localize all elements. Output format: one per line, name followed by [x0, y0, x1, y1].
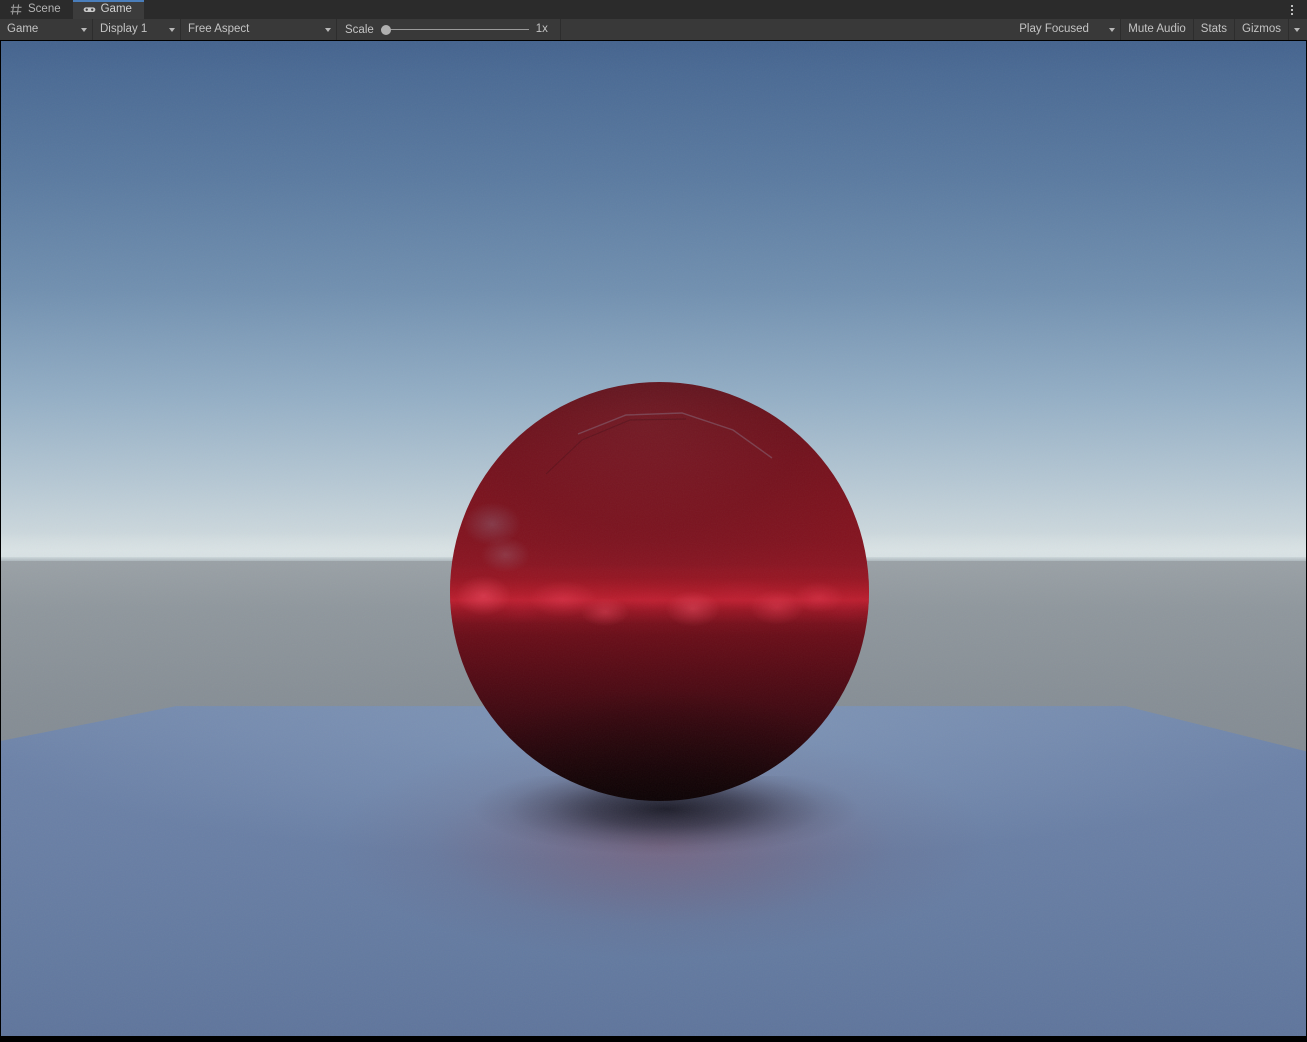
chevron-down-icon: [169, 27, 175, 32]
play-focus-label: Play Focused: [1019, 23, 1089, 35]
chevron-down-icon: [325, 27, 331, 32]
gizmos-button[interactable]: Gizmos: [1235, 19, 1289, 40]
sphere-equator-highlight: [450, 565, 869, 635]
scale-label: Scale: [345, 23, 374, 36]
view-type-label: Game: [7, 23, 39, 35]
view-type-dropdown[interactable]: Game: [0, 19, 93, 40]
red-sphere: [450, 382, 869, 801]
unity-game-view-window: Scene Game Game Display 1 Free Aspect Sc…: [0, 0, 1307, 1042]
scale-slider-track: [380, 29, 529, 30]
sphere-equator-mottle: [450, 558, 869, 640]
display-label: Display 1: [100, 23, 148, 35]
game-viewport[interactable]: [0, 40, 1307, 1042]
aspect-ratio-label: Free Aspect: [188, 23, 250, 35]
mute-audio-label: Mute Audio: [1128, 23, 1186, 35]
chevron-down-icon: [81, 27, 87, 32]
tab-scene[interactable]: Scene: [0, 0, 73, 19]
game-view-toolbar: Game Display 1 Free Aspect Scale 1x Play…: [0, 19, 1307, 40]
scale-value-label: 1x: [535, 23, 548, 35]
scene-grid-icon: [10, 3, 23, 16]
kebab-menu-icon[interactable]: [1283, 0, 1301, 19]
scale-slider[interactable]: [380, 19, 529, 40]
gizmos-dropdown-arrow[interactable]: [1289, 19, 1307, 40]
tab-scene-label: Scene: [28, 3, 61, 15]
gamepad-icon: [83, 3, 96, 16]
mute-audio-button[interactable]: Mute Audio: [1121, 19, 1194, 40]
chevron-down-icon: [1294, 27, 1300, 32]
tab-game[interactable]: Game: [72, 0, 145, 19]
editor-tab-bar: Scene Game: [0, 0, 1307, 19]
sphere-shoulder-glint: [456, 502, 546, 612]
play-focus-dropdown[interactable]: Play Focused: [1012, 19, 1122, 40]
tab-game-label: Game: [100, 3, 132, 15]
scale-slider-knob[interactable]: [380, 24, 391, 35]
rendered-scene: [1, 41, 1306, 1036]
stats-button[interactable]: Stats: [1193, 19, 1236, 40]
scale-control-group: Scale 1x: [337, 19, 561, 40]
aspect-ratio-dropdown[interactable]: Free Aspect: [181, 19, 337, 40]
gizmos-label: Gizmos: [1242, 23, 1281, 35]
stats-label: Stats: [1200, 23, 1228, 35]
sphere-body: [450, 382, 869, 801]
chevron-down-icon: [1109, 27, 1116, 32]
display-dropdown[interactable]: Display 1: [93, 19, 181, 40]
